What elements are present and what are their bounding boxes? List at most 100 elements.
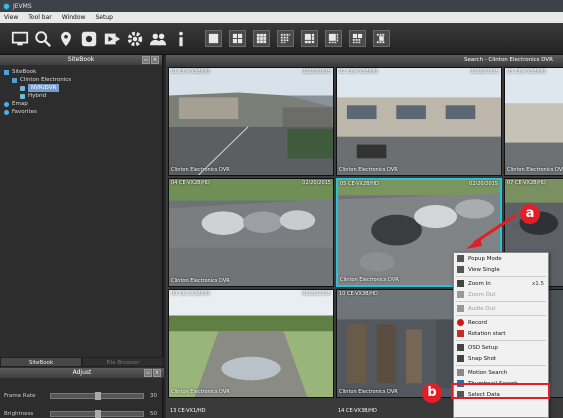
tree-item[interactable]: Hybrid (4, 92, 162, 100)
camera-name: 01 CE-VX3B/HD (171, 69, 210, 75)
app-logo-icon (3, 2, 10, 10)
snapshot-icon (457, 355, 464, 362)
layout-4-icon[interactable] (229, 30, 246, 47)
menu-toolbar[interactable]: Tool bar (28, 14, 52, 21)
context-menu-item[interactable]: Motion Search (454, 367, 548, 378)
camera-timestamp: 02/20/2015 (469, 181, 498, 187)
camera-feed (169, 290, 333, 397)
tree-item[interactable]: SiteBook (4, 68, 162, 76)
tree-item-label: Clinton Electronics (20, 77, 72, 83)
context-menu-item[interactable]: Rotation start (454, 328, 548, 339)
menu-setup[interactable]: Setup (95, 14, 112, 21)
title-bar: JEVMS (0, 0, 563, 12)
tree-item-label: NVR/DVR (28, 84, 60, 92)
view-header-title: Search - Clinton Electronics DVR (464, 57, 553, 63)
monitor-icon[interactable] (10, 28, 29, 50)
app-title: JEVMS (13, 2, 32, 10)
sitebook-panel: SiteBook ▫ × SiteBook Clinton Electronics… (0, 55, 164, 418)
camera-name: 03 CE-VX3B/HD (507, 69, 546, 75)
sitebook-header-buttons: ▫ × (142, 56, 159, 64)
context-menu-item[interactable]: Zoom In x1.5 (454, 278, 548, 289)
pin-icon[interactable]: ▫ (142, 56, 150, 64)
camera-caption: Clinton Electronics DVR (171, 389, 230, 395)
frame-rate-slider[interactable] (50, 392, 144, 400)
camera-caption: Clinton Electronics DVR (339, 167, 398, 173)
layout-1-icon[interactable] (205, 30, 222, 47)
location-pin-icon[interactable] (56, 28, 75, 50)
info-icon[interactable] (171, 28, 190, 50)
context-menu-item[interactable]: Snap Shot (454, 353, 548, 364)
context-menu-item: Zoom Out (454, 289, 548, 300)
layout-9-icon[interactable] (253, 30, 270, 47)
bullet-icon (4, 101, 9, 107)
camera-tile[interactable]: 01 CE-VX3B/HD 02/20/2015 Clinton Electroni… (168, 67, 334, 176)
layout-10-icon[interactable] (349, 30, 366, 47)
dvr-icon (20, 93, 25, 99)
layout-13-icon[interactable] (373, 30, 390, 47)
record-dot-icon (457, 319, 464, 326)
context-menu-item[interactable]: OSD Setup (454, 342, 548, 353)
camera-timestamp: 02/20/2015 (302, 180, 331, 186)
layout-16-icon[interactable] (277, 30, 294, 47)
callout-a: a (520, 204, 540, 224)
slider-knob[interactable] (95, 392, 102, 400)
motion-search-icon (457, 369, 464, 376)
camera-timestamp: 02/20/2015 (470, 69, 499, 75)
tree-item-label: Emap (12, 101, 28, 107)
record-icon[interactable] (79, 28, 98, 50)
close-icon[interactable]: × (151, 56, 159, 64)
camera-tile[interactable]: 03 CE-VX3B/HD Clinton Electronics DVR (504, 67, 563, 176)
camera-feed (337, 68, 501, 175)
bullet-icon (4, 109, 9, 115)
tree-item[interactable]: NVR/DVR (4, 84, 162, 92)
tree-item[interactable]: Clinton Electronics (4, 76, 162, 84)
camera-caption: Clinton Electronics DVR (339, 389, 398, 395)
menu-view[interactable]: View (4, 14, 18, 21)
tree-item[interactable]: Emap (4, 100, 162, 108)
camera-tile[interactable]: 04 CE-VX2B/HD 02/20/2015 Clinton Electroni… (168, 178, 334, 287)
layout-6-icon[interactable] (301, 30, 318, 47)
camera-name: 09 CE-VX3B/HD (171, 291, 210, 297)
zoom-icon[interactable] (33, 28, 52, 50)
popup-icon (457, 255, 464, 262)
tab-sitebook[interactable]: SiteBook (0, 357, 82, 367)
menu-bar: View Tool bar Window Setup (0, 12, 563, 23)
close-icon[interactable]: × (153, 369, 161, 377)
zoom-out-icon (457, 291, 464, 298)
tree-item[interactable]: Favorites (4, 108, 162, 116)
menu-window[interactable]: Window (62, 14, 86, 21)
context-menu-label: Rotation start (468, 330, 506, 337)
camera-name: 13 CE-VX1/HD (170, 408, 206, 414)
zoom-in-icon (457, 280, 464, 287)
users-icon[interactable] (148, 28, 167, 50)
tab-file-browser[interactable]: File Browser (82, 357, 164, 367)
adjust-header: Adjust ▫ × (0, 368, 164, 378)
camera-caption: Clinton Electronics DVR (340, 277, 399, 283)
slider-knob[interactable] (95, 410, 102, 418)
context-menu-label: Record (468, 319, 488, 326)
camera-name: 04 CE-VX2B/HD (171, 180, 210, 186)
camera-caption: Clinton Electronics DVR (171, 278, 230, 284)
camera-caption: Clinton Electronics DVR (171, 167, 230, 173)
app-window: JEVMS View Tool bar Window Setup SiteBoo… (0, 0, 563, 418)
brightness-slider[interactable] (50, 410, 144, 418)
thumbnail-search-highlight (451, 383, 550, 399)
camera-name: 10 CE-VX3B/HD (339, 291, 378, 297)
toolbar (0, 23, 563, 55)
camera-timestamp: 02/20/2015 (302, 291, 331, 297)
camera-feed (169, 179, 333, 286)
context-menu-item[interactable]: Record (454, 317, 548, 328)
camera-tile[interactable]: 09 CE-VX3B/HD 02/20/2015 Clinton Electroni… (168, 289, 334, 398)
playback-icon[interactable] (102, 28, 121, 50)
camera-tile[interactable]: 02 CE-VX3B/HD 02/20/2015 Clinton Electroni… (336, 67, 502, 176)
adjust-row-frame-rate: Frame Rate 30 (4, 392, 160, 400)
camera-name: 07 CE-VX2B/HD (507, 180, 546, 186)
settings-gear-icon[interactable] (125, 28, 144, 50)
context-menu-label: OSD Setup (468, 344, 498, 351)
dvr-icon (20, 85, 25, 91)
context-menu-label: Zoom In (468, 280, 491, 287)
pin-icon[interactable]: ▫ (144, 369, 152, 377)
camera-name: 05 CE-VX2B/HD (340, 181, 379, 187)
layout-8-icon[interactable] (325, 30, 342, 47)
context-menu-item[interactable]: View Single (454, 264, 548, 275)
